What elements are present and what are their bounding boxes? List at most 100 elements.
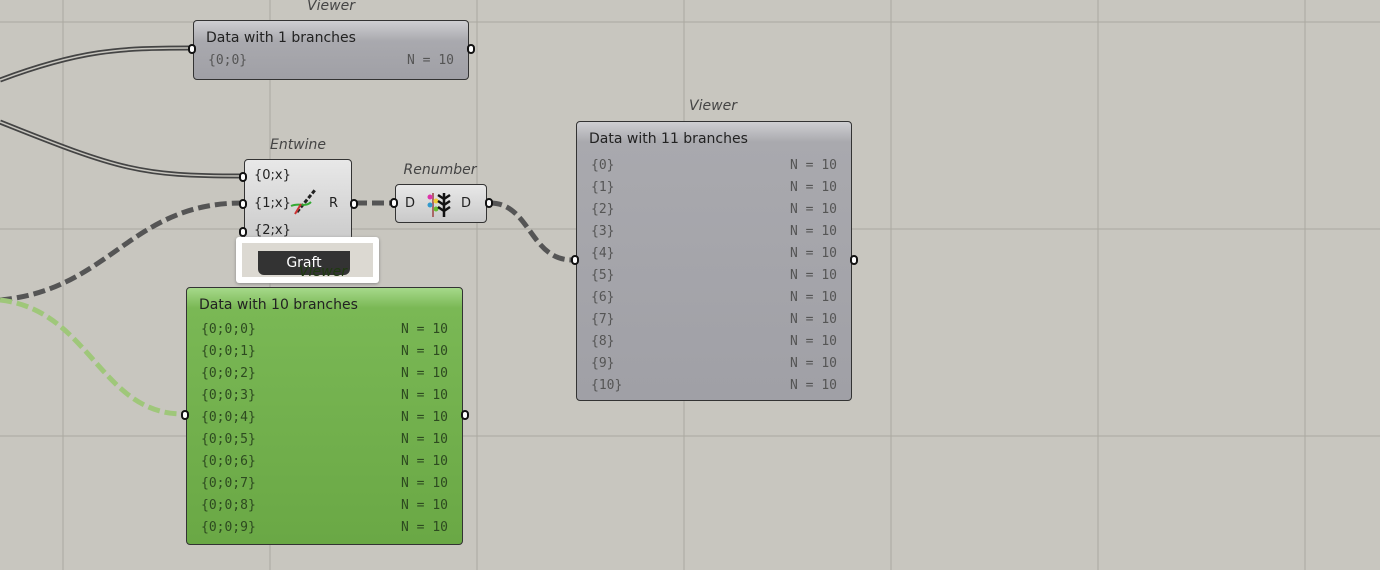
branch-path: {7} [591,312,615,327]
item-count: N = 10 [790,180,837,195]
item-count: N = 10 [790,202,837,217]
branch-path: {0;0;2} [201,366,256,381]
item-count: N = 10 [790,224,837,239]
branch-path: {2} [591,202,615,217]
item-count: N = 10 [401,388,448,403]
output-r[interactable]: R [329,196,338,211]
list-item: {0;0;0} N = 10 [187,319,462,341]
branch-path: {5} [591,268,615,283]
branch-path: {0;0;9} [201,520,256,535]
input-2[interactable]: {2;x} [254,223,291,238]
input-port[interactable] [239,199,247,209]
input-1[interactable]: {1;x} [254,196,291,211]
item-count: N = 10 [401,366,448,381]
item-count: N = 10 [401,410,448,425]
item-count: N = 10 [790,158,837,173]
branch-path: {6} [591,290,615,305]
item-count: N = 10 [401,476,448,491]
list-item: {0;0} N = 10 [208,53,454,68]
branch-path: {0;0;6} [201,454,256,469]
panel-title: Data with 10 branches [199,297,358,313]
output-d[interactable]: D [461,196,471,211]
list-item: {0} N = 10 [577,155,851,177]
list-item: {5} N = 10 [577,265,851,287]
wire-to-entwine-1 [0,200,243,303]
entwine-icon [290,189,317,215]
item-count: N = 10 [790,378,837,393]
list-item: {4} N = 10 [577,243,851,265]
output-port[interactable] [485,198,493,208]
branch-path: {9} [591,356,615,371]
list-item: {0;0;8} N = 10 [187,495,462,517]
item-count: N = 10 [401,520,448,535]
branch-path: {0;0;4} [201,410,256,425]
viewer-right-panel[interactable]: Data with 11 branches {0} N = 10 {1} N = 10… [571,121,858,401]
branch-path: {4} [591,246,615,261]
branch-path: {0} [591,158,615,173]
wire-to-green-viewer [0,297,184,417]
input-port[interactable] [188,44,196,54]
list-item: {0;0;2} N = 10 [187,363,462,385]
branch-path: {0;0;0} [201,322,256,337]
viewer-top-panel[interactable]: Data with 1 branches {0;0} N = 10 [188,20,475,80]
entwine-component[interactable]: {0;x} {1;x} {2;x} R [239,159,358,247]
list-item: {9} N = 10 [577,353,851,375]
branch-path: {0;0;3} [201,388,256,403]
entwine-label: Entwine [269,137,327,153]
renumber-component[interactable]: D D [390,184,493,223]
branch-path: {0;0;8} [201,498,256,513]
renumber-icon [427,193,451,217]
output-port[interactable] [461,410,469,420]
list-item: {6} N = 10 [577,287,851,309]
branch-path: {0;0;7} [201,476,256,491]
list-item: {0;0;9} N = 10 [187,517,462,539]
input-port[interactable] [239,172,247,182]
item-count: N = 10 [790,334,837,349]
input-port[interactable] [181,410,189,420]
list-item: {0;0;1} N = 10 [187,341,462,363]
list-item: {10} N = 10 [577,375,851,397]
input-0[interactable]: {0;x} [254,168,291,183]
item-count: N = 10 [790,356,837,371]
viewer-top-label: Viewer [307,0,355,14]
viewer-green-label: Viewer [299,264,347,280]
item-count: N = 10 [790,312,837,327]
branch-path: {1} [591,180,615,195]
item-count: N = 10 [790,268,837,283]
item-count: N = 10 [401,432,448,447]
input-d[interactable]: D [405,196,415,211]
list-item: {0;0;5} N = 10 [187,429,462,451]
viewer-right-label: Viewer [689,98,737,114]
list-item: {7} N = 10 [577,309,851,331]
item-count: N = 10 [790,290,837,305]
list-item: {8} N = 10 [577,331,851,353]
renumber-label: Renumber [403,162,477,178]
wire-to-top-viewer [0,45,191,83]
branch-path: {0;0;1} [201,344,256,359]
list-item: {0;0;6} N = 10 [187,451,462,473]
item-count: N = 10 [401,454,448,469]
item-count: N = 10 [401,322,448,337]
branch-path: {8} [591,334,615,349]
item-count: N = 10 [401,344,448,359]
viewer-green-panel[interactable]: Data with 10 branches {0;0;0} N = 10 {0;0;… [181,287,469,545]
output-port[interactable] [467,44,475,54]
panel-title: Data with 1 branches [206,30,356,46]
wire-renumber-viewer [489,200,573,263]
list-item: {2} N = 10 [577,199,851,221]
item-count: N = 10 [401,498,448,513]
list-item: {0;0;4} N = 10 [187,407,462,429]
output-port[interactable] [850,255,858,265]
input-port[interactable] [571,255,579,265]
list-item: {0;0;3} N = 10 [187,385,462,407]
list-item: {1} N = 10 [577,177,851,199]
list-item: {0;0;7} N = 10 [187,473,462,495]
branch-path: {3} [591,224,615,239]
branch-path: {0;0;5} [201,432,256,447]
item-count: N = 10 [790,246,837,261]
output-port[interactable] [350,199,358,209]
branch-path: {10} [591,378,623,393]
input-port[interactable] [239,227,247,237]
panel-title: Data with 11 branches [589,131,748,147]
input-port[interactable] [390,198,398,208]
